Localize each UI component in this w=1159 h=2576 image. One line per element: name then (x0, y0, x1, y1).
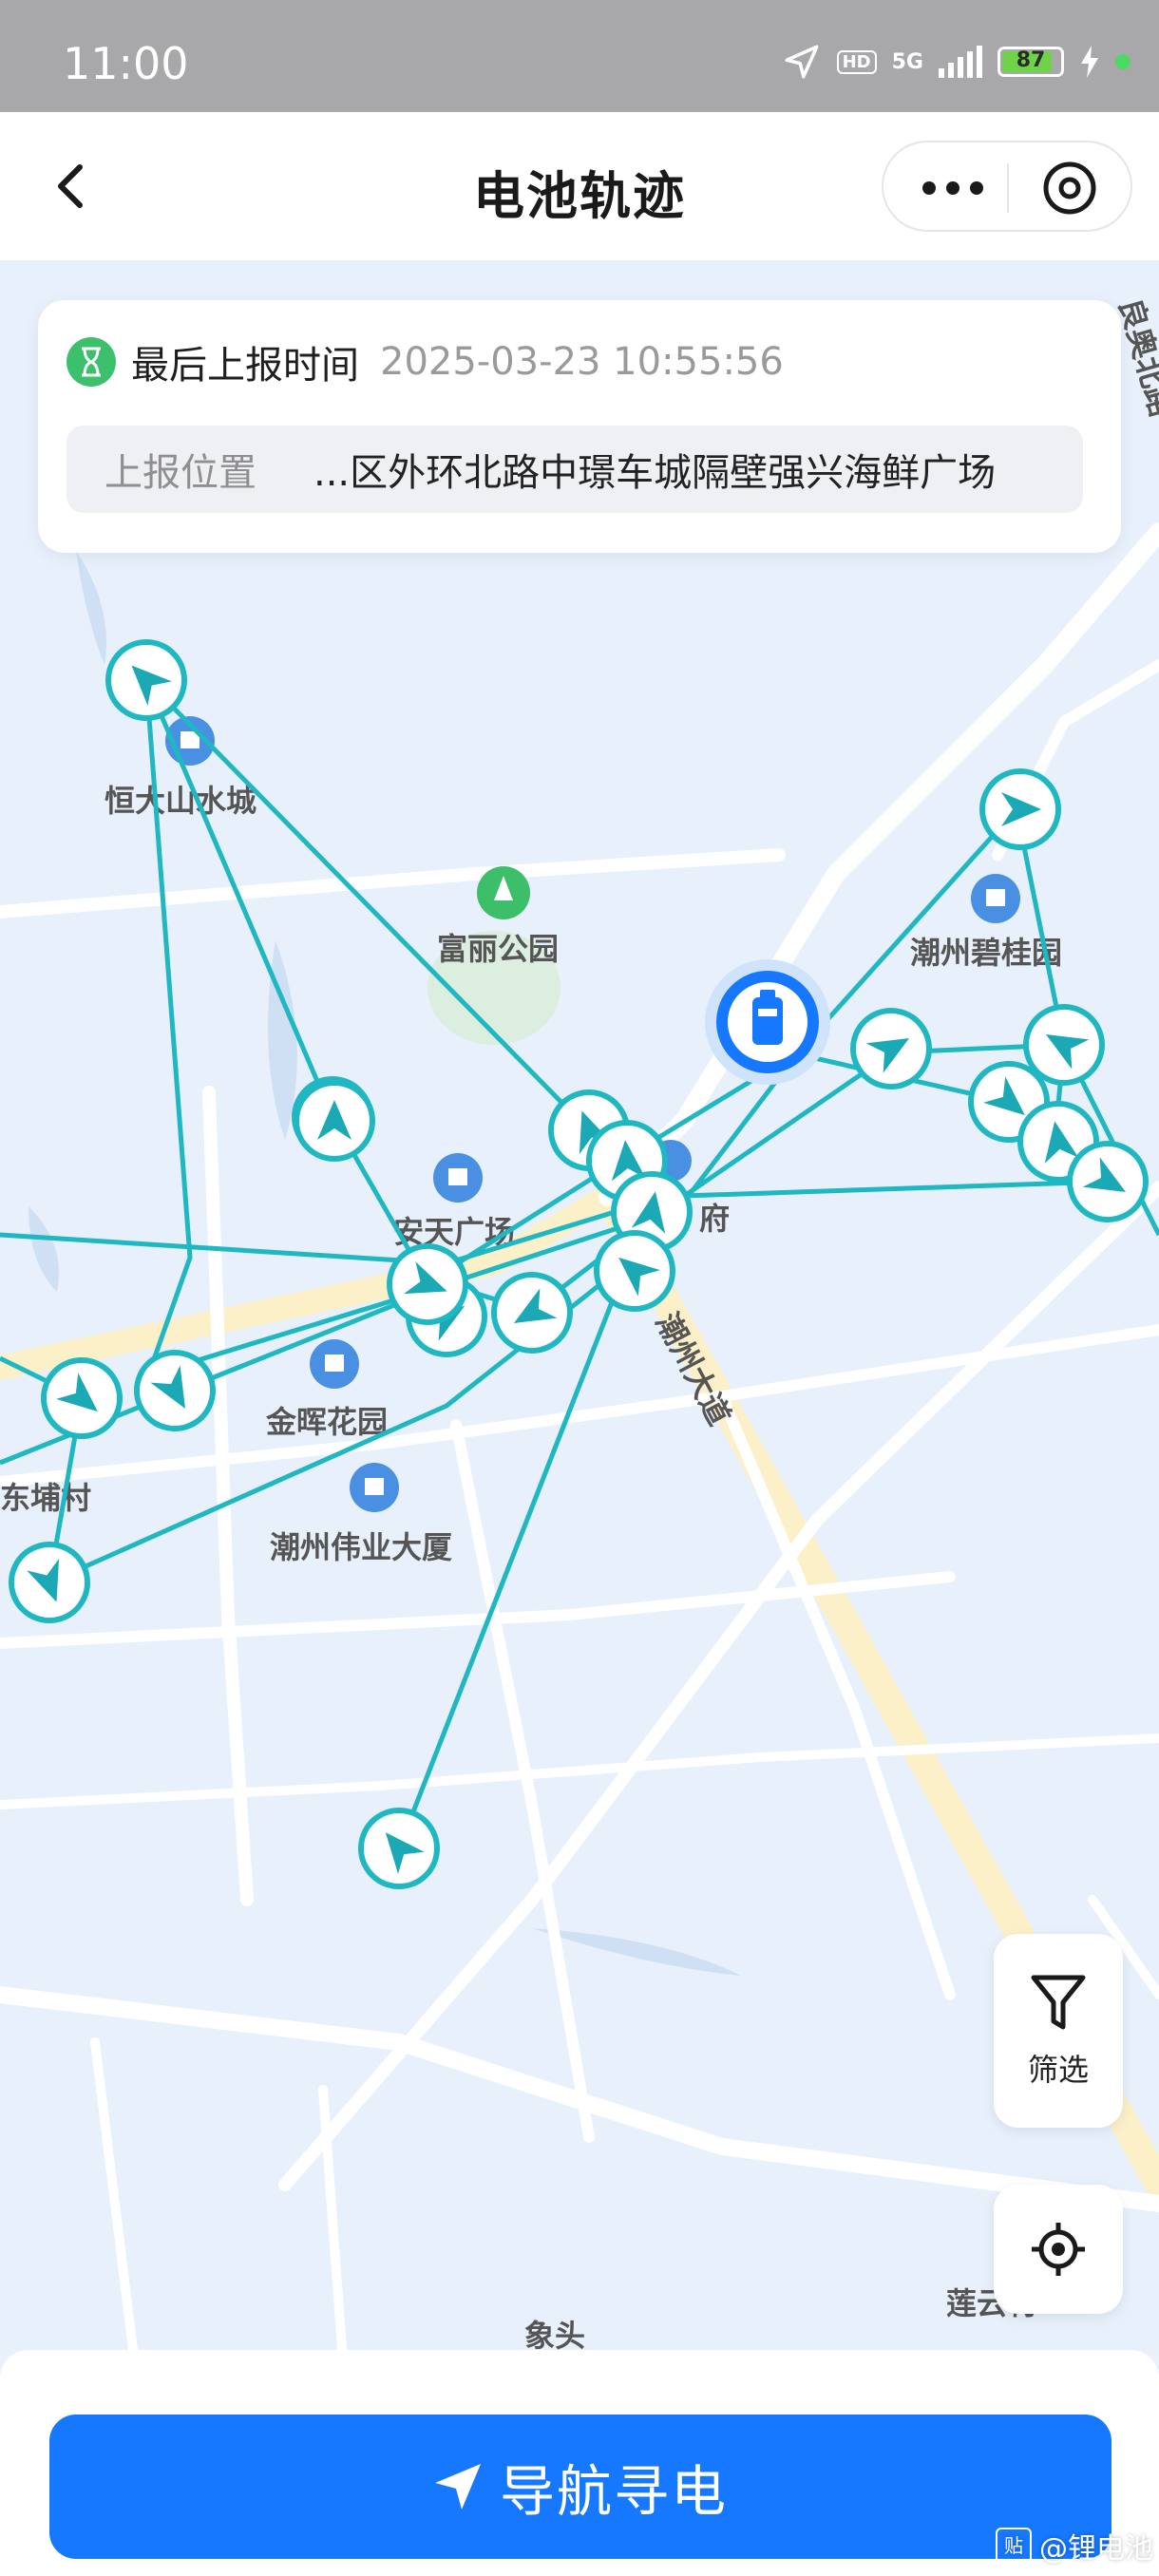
capsule-divider (1007, 163, 1009, 213)
close-icon[interactable] (1041, 160, 1098, 217)
watermark: 贴 @锂电池 (996, 2525, 1153, 2567)
hd-badge: HD (836, 49, 877, 74)
battery-location-pin[interactable] (705, 959, 830, 1085)
report-location-row: 上报位置 ...区外环北路中璟车城隔壁强兴海鲜广场 (66, 426, 1083, 513)
poi-label: 金晖花园 (265, 1404, 388, 1440)
status-bar: 11:00 HD 5G 87 (0, 0, 1159, 112)
location-arrow-icon (785, 45, 819, 79)
poi-label: 安天广场 (393, 1214, 515, 1250)
report-location-label: 上报位置 (104, 451, 256, 495)
filter-label: 筛选 (1027, 2052, 1089, 2088)
poi-label: 富丽公园 (437, 931, 559, 967)
navigation-arrow-icon (434, 2464, 481, 2510)
poi-label: 恒大山水城 (104, 783, 256, 819)
weibo-icon: 贴 (996, 2528, 1032, 2564)
bottom-panel: 导航寻电 贴 @锂电池 (0, 2350, 1159, 2576)
watermark-text: @锂电池 (1039, 2532, 1153, 2566)
navigate-to-battery-button[interactable]: 导航寻电 (49, 2415, 1112, 2559)
network-type: 5G (891, 49, 923, 74)
mini-program-capsule (882, 141, 1132, 232)
charging-dot (1115, 54, 1130, 69)
battery-icon: 87 (998, 47, 1064, 77)
battery-level: 87 (1016, 48, 1046, 72)
report-info-card: 最后上报时间 2025-03-23 10:55:56 上报位置 ...区外环北路… (38, 300, 1121, 553)
track-marker[interactable] (979, 768, 1061, 850)
poi-label: 潮州碧桂园 (910, 935, 1062, 971)
poi-label: 潮州伟业大厦 (270, 1529, 452, 1565)
navigate-button-label: 导航寻电 (499, 2459, 728, 2524)
locate-me-button[interactable] (994, 2185, 1123, 2314)
last-report-label: 最后上报时间 (131, 344, 359, 388)
filter-icon (1031, 1975, 1086, 2030)
signal-icon (939, 46, 982, 78)
poi-label-xiangtou: 象头 (524, 2318, 585, 2350)
track-marker[interactable] (294, 1080, 375, 1162)
last-report-row: 最后上报时间 2025-03-23 10:55:56 (66, 334, 784, 389)
poi-label-dongpu: 东埔村 (0, 1480, 91, 1516)
status-icons: HD 5G 87 (782, 42, 1130, 82)
status-time: 11:00 (63, 38, 189, 89)
map-view[interactable]: 潮州大道 良奥北路 恒大山水城 富丽公园 潮州碧桂园 安天广场 府 金晖花园 潮… (0, 260, 1159, 2350)
hourglass-icon (66, 337, 116, 387)
last-report-time: 2025-03-23 10:55:56 (380, 340, 784, 384)
report-location-value: ...区外环北路中璟车城隔壁强兴海鲜广场 (314, 451, 997, 495)
more-icon[interactable] (920, 179, 986, 198)
crosshair-icon (1032, 2223, 1085, 2276)
filter-button[interactable]: 筛选 (994, 1934, 1123, 2128)
nav-bar: 电池轨迹 (0, 112, 1159, 260)
poi-label: 府 (699, 1201, 730, 1237)
charging-icon (1081, 46, 1098, 78)
